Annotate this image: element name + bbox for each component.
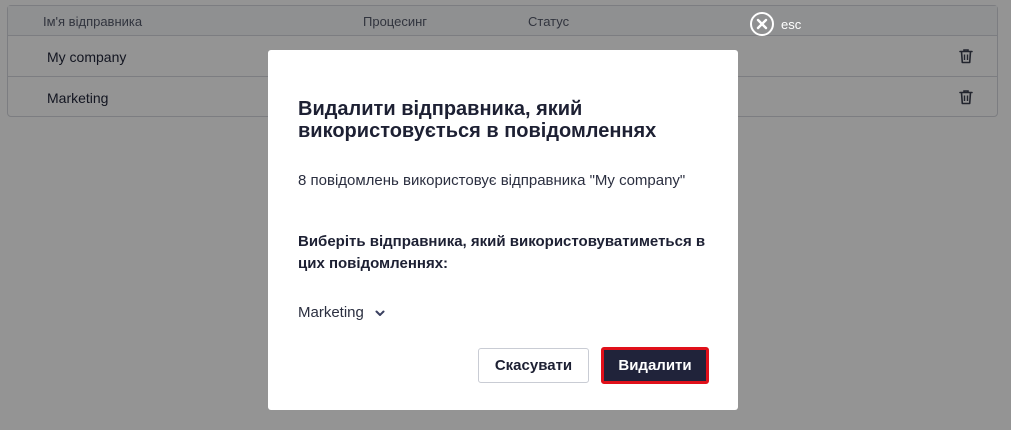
- close-button[interactable]: esc: [750, 10, 801, 38]
- select-value: Marketing: [298, 304, 364, 321]
- delete-sender-dialog: Видалити відправника, який використовуєт…: [268, 50, 738, 410]
- delete-button[interactable]: Видалити: [601, 347, 709, 384]
- page: Ім'я відправника Процесинг Статус My com…: [0, 0, 1011, 430]
- close-label: esc: [781, 16, 802, 32]
- dialog-description: 8 повідомлень використовує відправника "…: [298, 172, 686, 189]
- replacement-sender-select[interactable]: Marketing: [298, 304, 386, 321]
- cancel-button[interactable]: Скасувати: [478, 348, 589, 383]
- dialog-title: Видалити відправника, який використовуєт…: [298, 98, 657, 142]
- chevron-down-icon[interactable]: [374, 307, 386, 319]
- replacement-sender-label: Виберіть відправника, який використовува…: [298, 233, 706, 272]
- close-icon[interactable]: [750, 12, 774, 36]
